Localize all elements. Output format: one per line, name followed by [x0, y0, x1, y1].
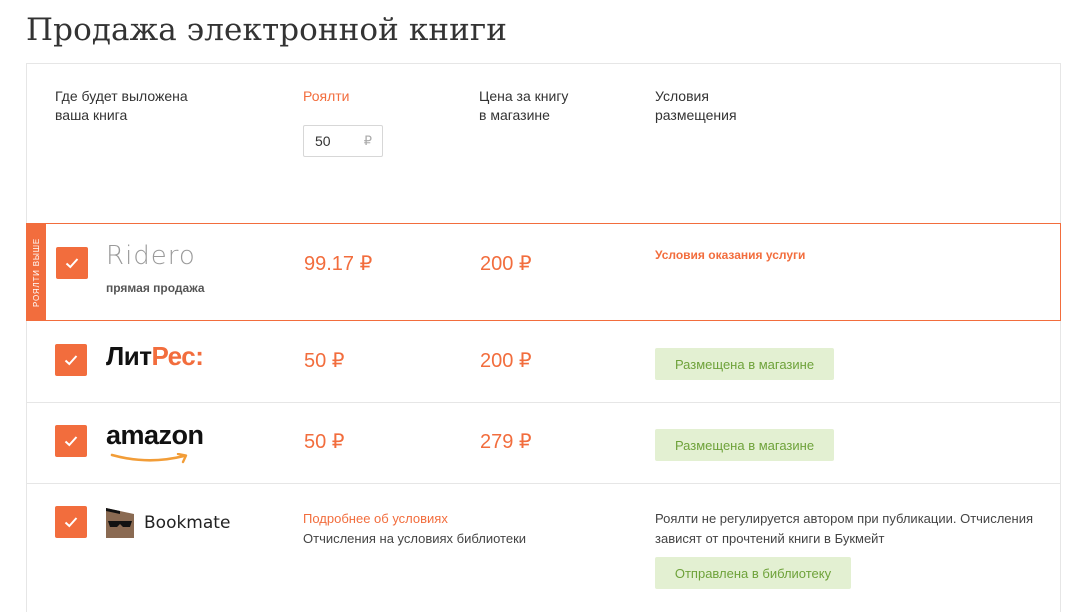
check-icon [65, 258, 79, 269]
bookmate-mask-icon [106, 508, 134, 538]
sales-panel: Где будет выложена ваша книга Роялти 50 … [26, 63, 1061, 612]
status-badge-amazon: Размещена в магазине [655, 429, 834, 461]
price-value-ridero: 200 ₽ [480, 253, 532, 275]
store-checkbox-amazon[interactable] [55, 425, 87, 457]
amazon-smile-icon [110, 453, 188, 464]
royalty-currency: ₽ [363, 133, 372, 148]
store-row-bookmate: Bookmate Подробнее об условиях Отчислени… [27, 483, 1060, 612]
royalty-value-ridero: 99.17 ₽ [304, 253, 373, 275]
header-royalty: Роялти [303, 88, 350, 104]
status-badge-bookmate: Отправлена в библиотеку [655, 557, 851, 589]
store-row-ridero: Роялти выше Ridero прямая продажа 99.17 … [26, 223, 1061, 321]
amazon-logo: amazon [106, 420, 204, 464]
store-checkbox-ridero[interactable] [56, 247, 88, 279]
royalty-input-value: 50 [315, 133, 331, 149]
status-badge-litres: Размещена в магазине [655, 348, 834, 380]
header-price: Цена за книгу в магазине [479, 88, 569, 123]
library-royalty-text: Отчисления на условиях библиотеки [303, 531, 527, 546]
check-icon [64, 355, 78, 366]
royalty-value-litres: 50 ₽ [304, 350, 345, 372]
store-checkbox-litres[interactable] [55, 344, 87, 376]
service-terms-link[interactable]: Условия оказания услуги [655, 248, 805, 262]
check-icon [64, 436, 78, 447]
check-icon [64, 517, 78, 528]
royalty-input[interactable]: 50 ₽ [303, 125, 383, 157]
page-title: Продажа электронной книги [26, 12, 508, 48]
royalty-higher-tag: Роялти выше [27, 224, 46, 320]
price-value-amazon: 279 ₽ [480, 431, 532, 453]
royalty-value-amazon: 50 ₽ [304, 431, 345, 453]
header-terms: Условия размещения [655, 88, 737, 123]
bookmate-logo: Bookmate [106, 508, 230, 538]
store-row-amazon: amazon 50 ₽ 279 ₽ Размещена в магазине [27, 402, 1060, 483]
litres-logo: ЛитРес: [106, 341, 204, 371]
ridero-logo: Ridero [106, 241, 196, 271]
ridero-subtitle: прямая продажа [106, 281, 205, 295]
price-value-litres: 200 ₽ [480, 350, 532, 372]
more-terms-link[interactable]: Подробнее об условиях [303, 511, 448, 526]
header-where: Где будет выложена ваша книга [55, 88, 188, 123]
bookmate-note: Роялти не регулируется автором при публи… [655, 511, 1033, 546]
store-checkbox-bookmate[interactable] [55, 506, 87, 538]
store-row-litres: ЛитРес: 50 ₽ 200 ₽ Размещена в магазине [27, 321, 1060, 402]
